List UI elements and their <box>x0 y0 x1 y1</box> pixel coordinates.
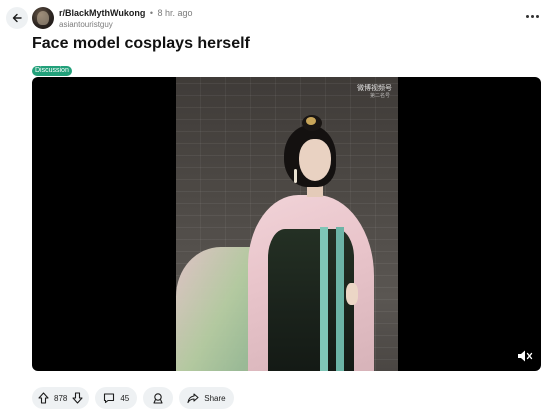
share-arrow-icon <box>187 393 199 404</box>
figure-face <box>299 139 331 181</box>
figure-ribbon <box>320 227 328 371</box>
post-title: Face model cosplays herself <box>32 35 250 52</box>
video-watermark-sub: 第二名号 <box>369 93 390 99</box>
comment-bubble-icon <box>104 393 115 404</box>
award-button[interactable] <box>143 387 174 409</box>
back-button[interactable] <box>6 7 28 29</box>
video-frame: 微博视频号 第二名号 <box>176 77 398 371</box>
subreddit-link[interactable]: r/BlackMythWukong <box>59 8 145 18</box>
figure-ribbon <box>336 227 344 371</box>
post-flair[interactable]: Discussion <box>32 66 72 76</box>
comments-button[interactable]: 45 <box>95 387 138 409</box>
post-meta: r/BlackMythWukong • 8 hr. ago <box>59 8 193 19</box>
more-options-button[interactable] <box>522 9 542 23</box>
share-label: Share <box>204 393 226 403</box>
post-time: 8 hr. ago <box>157 8 193 18</box>
upvote-button[interactable] <box>38 392 49 404</box>
author-link[interactable]: asiantouristguy <box>59 20 113 29</box>
video-player[interactable]: 微博视频号 第二名号 <box>32 77 541 371</box>
back-arrow-icon <box>12 13 22 23</box>
downvote-button[interactable] <box>72 392 83 404</box>
downvote-arrow-icon <box>72 392 83 404</box>
award-icon <box>153 393 163 404</box>
vote-control: 878 <box>32 387 90 409</box>
mute-toggle-button[interactable] <box>517 349 533 363</box>
figure-hand <box>346 283 358 305</box>
muted-speaker-icon <box>518 350 533 362</box>
share-button[interactable]: Share <box>179 387 234 409</box>
more-options-icon <box>525 14 539 18</box>
figure-hairpin <box>306 117 316 125</box>
figure-earring <box>294 169 297 183</box>
subreddit-avatar[interactable] <box>32 7 54 29</box>
post-actions: 878 45 Share <box>32 387 234 409</box>
meta-separator: • <box>149 8 154 18</box>
comment-count: 45 <box>120 393 130 403</box>
vote-count: 878 <box>54 393 68 403</box>
upvote-arrow-icon <box>38 392 49 404</box>
